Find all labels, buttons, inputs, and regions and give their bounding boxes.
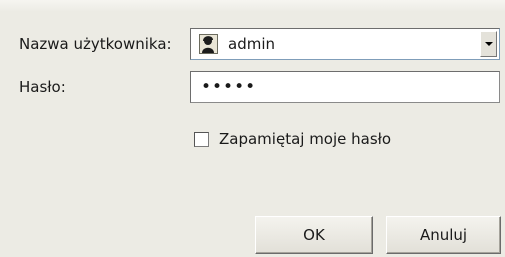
username-combobox[interactable]: admin — [190, 28, 500, 60]
username-value: admin — [228, 35, 275, 53]
password-label: Hasło: — [19, 78, 66, 96]
title-strip — [0, 0, 505, 12]
password-field[interactable]: ••••• — [190, 71, 500, 103]
username-label: Nazwa użytkownika: — [19, 35, 172, 53]
dropdown-arrow-button[interactable] — [480, 31, 497, 57]
login-dialog: Nazwa użytkownika: admin Hasło: ••••• Za… — [0, 0, 505, 257]
remember-password-checkbox[interactable] — [194, 132, 209, 147]
user-silhouette-icon — [199, 34, 218, 54]
password-masked-value: ••••• — [201, 77, 257, 97]
cancel-button[interactable]: Anuluj — [386, 216, 501, 254]
remember-password-label[interactable]: Zapamiętaj moje hasło — [219, 130, 391, 148]
ok-button[interactable]: OK — [255, 216, 373, 254]
